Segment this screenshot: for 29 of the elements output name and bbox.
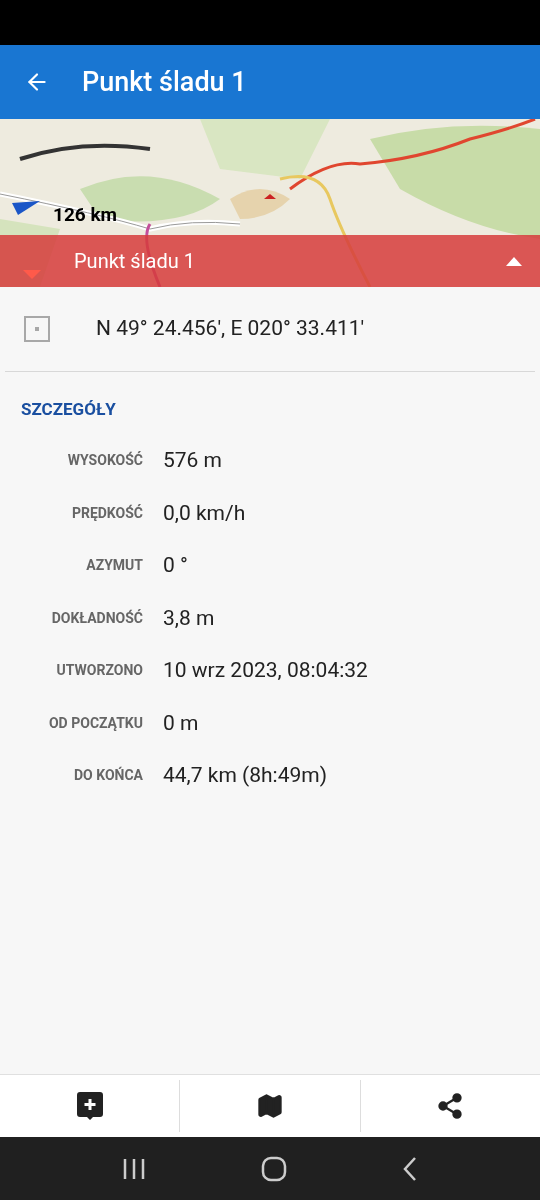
- detail-value: 576 m: [163, 447, 223, 474]
- distance-label: 126 km: [53, 202, 118, 228]
- detail-label: OD POCZĄTKU: [47, 713, 143, 733]
- recent-apps-button[interactable]: [121, 1156, 146, 1181]
- triangle-up-icon: [506, 257, 522, 266]
- detail-value: 0 m: [163, 709, 199, 737]
- detail-value: 10 wrz 2023, 08:04:32: [163, 657, 368, 684]
- detail-label: UTWORZONO: [55, 661, 143, 681]
- map-icon: [256, 1092, 284, 1120]
- detail-label: AZYMUT: [85, 556, 143, 576]
- triangle-down-icon: [23, 270, 41, 279]
- detail-label: WYSOKOŚĆ: [66, 450, 143, 471]
- detail-label: DO KOŃCA: [73, 765, 143, 786]
- detail-value: 3,8 m: [163, 604, 215, 632]
- screen-title: Punkt śladu 1: [82, 64, 247, 100]
- home-button[interactable]: [261, 1155, 287, 1182]
- share-icon: [436, 1092, 465, 1120]
- add-note-icon: [76, 1092, 103, 1120]
- detail-value: 0 °: [163, 552, 188, 579]
- section-heading: SZCZEGÓŁY: [21, 398, 116, 421]
- banner-title: Punkt śladu 1: [74, 248, 195, 275]
- detail-value: 44,7 km (8h:49m): [163, 762, 327, 789]
- detail-value: 0,0 km/h: [163, 499, 246, 527]
- detail-label: PRĘDKOŚĆ: [70, 503, 143, 523]
- back-nav-button[interactable]: [402, 1155, 419, 1182]
- detail-label: DOKŁADNOŚĆ: [50, 608, 143, 628]
- point-icon: [24, 316, 50, 342]
- map-banner[interactable]: Punkt śladu 1: [0, 235, 540, 287]
- coordinates: N 49° 24.456', E 020° 33.411': [96, 315, 365, 343]
